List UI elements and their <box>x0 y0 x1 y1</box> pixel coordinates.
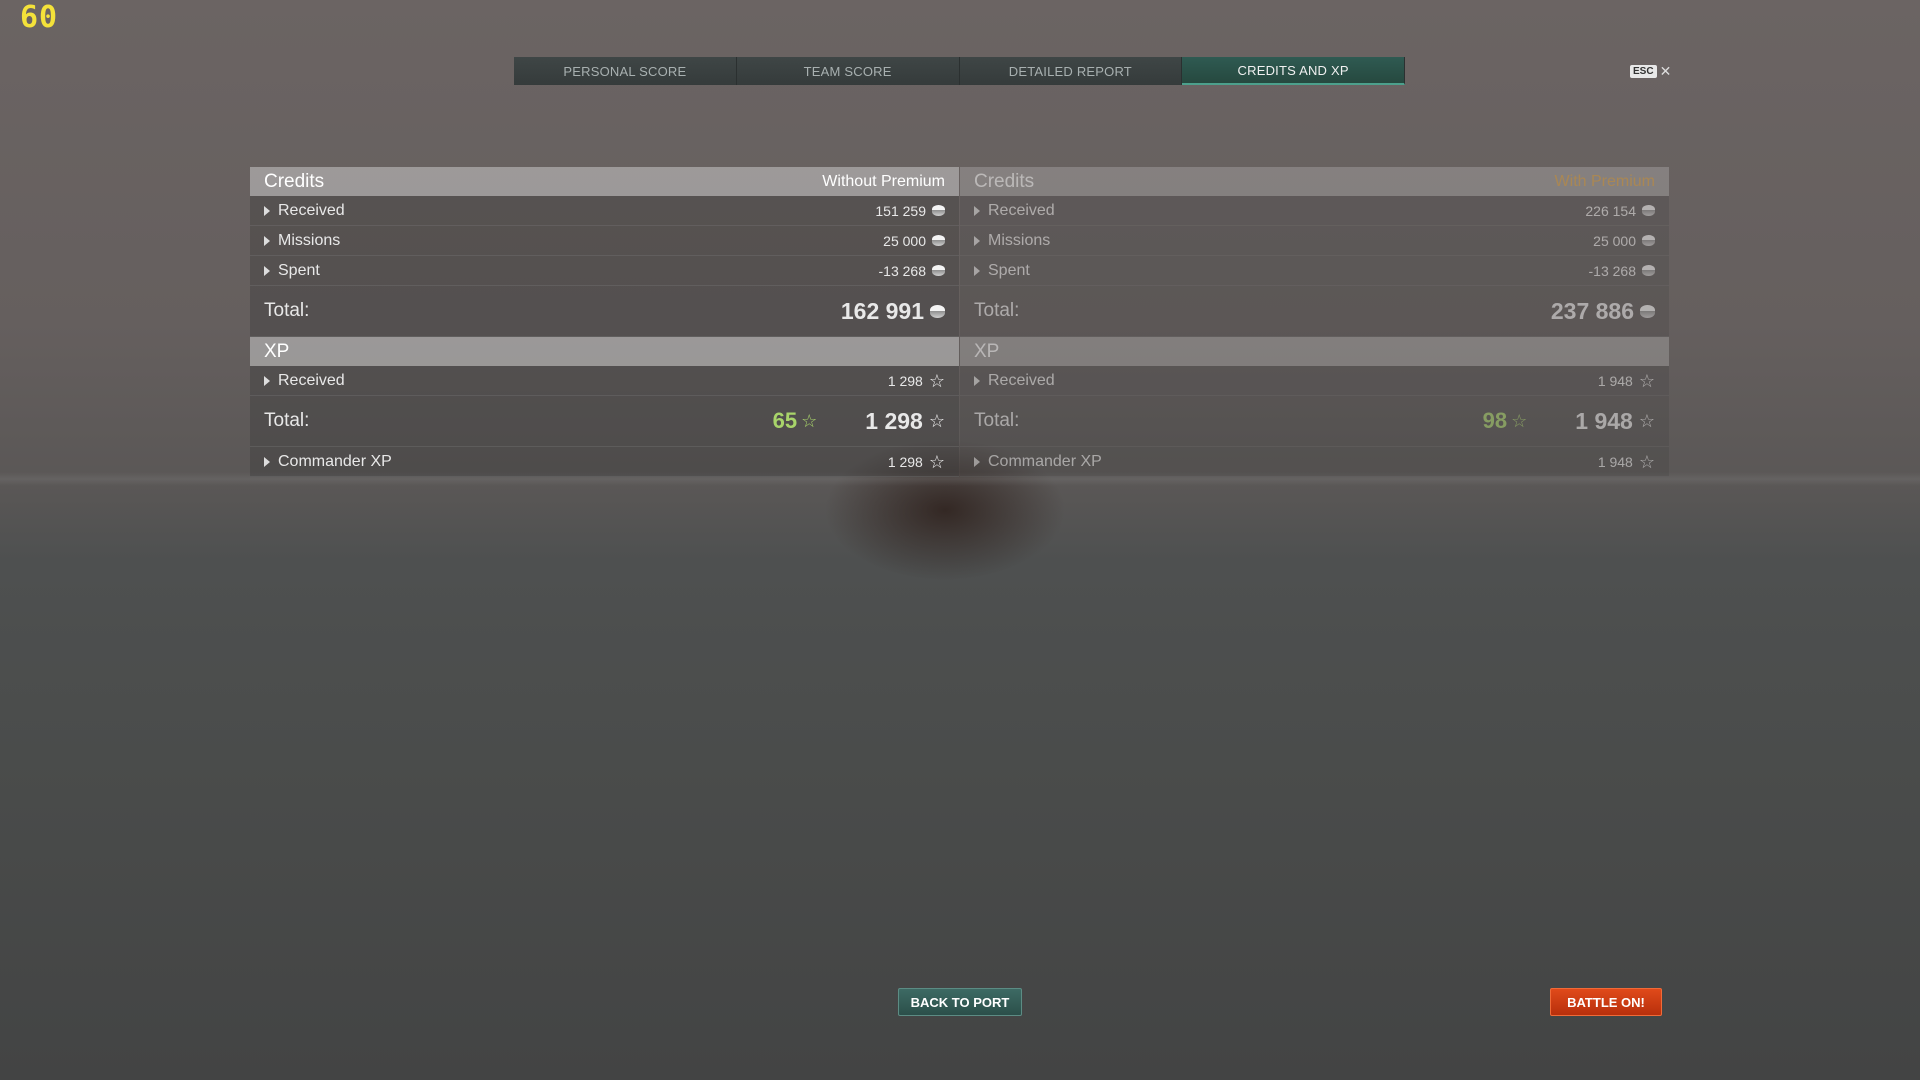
xp-star-icon: ☆ <box>928 411 945 431</box>
xp-header: XP <box>250 337 959 366</box>
xp-star-icon: ☆ <box>928 451 945 472</box>
close-icon: ✕ <box>1659 63 1672 79</box>
row-value: 151 259 <box>875 202 926 219</box>
bonus-star-icon: ☆ <box>801 411 818 431</box>
credits-icon <box>1642 265 1655 276</box>
fps-counter: 60 <box>20 0 59 35</box>
row-label: Missions <box>278 231 341 249</box>
tab-bar: PERSONAL SCORE TEAM SCORE DETAILED REPOR… <box>514 57 1405 85</box>
commander-xp-row[interactable]: Commander XP 1 948 ☆ <box>960 447 1669 477</box>
credits-header: Credits With Premium <box>960 167 1669 196</box>
total-label: Total: <box>974 300 1020 321</box>
credits-icon <box>1642 205 1655 216</box>
expand-arrow-icon <box>264 456 270 467</box>
row-label: Spent <box>278 261 320 279</box>
esc-key-icon: ESC <box>1630 65 1657 78</box>
row-label: Received <box>988 201 1055 219</box>
expand-arrow-icon <box>974 235 980 246</box>
total-value: 1 298 <box>865 407 923 434</box>
xp-star-icon: ☆ <box>1638 370 1655 391</box>
with-premium-tag: With Premium <box>1554 172 1655 190</box>
credits-icon <box>932 205 945 216</box>
back-to-port-button[interactable]: BACK TO PORT <box>898 988 1022 1016</box>
credits-title: Credits <box>264 170 325 192</box>
row-value: 25 000 <box>883 232 926 249</box>
xp-star-icon: ☆ <box>1638 411 1655 431</box>
total-value: 1 948 <box>1575 407 1633 434</box>
credits-missions-row[interactable]: Missions 25 000 <box>960 226 1669 256</box>
row-value: 226 154 <box>1585 202 1636 219</box>
credits-icon <box>932 265 945 276</box>
expand-arrow-icon <box>264 375 270 386</box>
expand-arrow-icon <box>974 205 980 216</box>
without-premium-tag: Without Premium <box>822 172 945 190</box>
credits-icon <box>930 304 945 318</box>
bonus-star-icon: ☆ <box>1511 411 1528 431</box>
total-value: 237 886 <box>1550 297 1634 324</box>
credits-missions-row[interactable]: Missions 25 000 <box>250 226 959 256</box>
tab-personal-score[interactable]: PERSONAL SCORE <box>514 57 737 85</box>
row-label: Missions <box>988 231 1051 249</box>
credits-title: Credits <box>974 170 1035 192</box>
credits-header: Credits Without Premium <box>250 167 959 196</box>
xp-star-icon: ☆ <box>928 370 945 391</box>
total-label: Total: <box>264 410 310 431</box>
row-value: 1 948 <box>1597 453 1633 470</box>
xp-title: XP <box>974 340 1000 362</box>
row-value: 1 298 <box>887 453 923 470</box>
credits-received-row[interactable]: Received 151 259 <box>250 196 959 226</box>
expand-arrow-icon <box>974 456 980 467</box>
tab-credits-and-xp[interactable]: CREDITS AND XP <box>1182 57 1405 85</box>
expand-arrow-icon <box>264 205 270 216</box>
row-label: Commander XP <box>278 452 392 470</box>
row-value: 25 000 <box>1593 232 1636 249</box>
bonus-xp-value: 65 <box>772 408 798 433</box>
xp-total-row: Total: 65 ☆ 1 298 ☆ <box>250 396 959 447</box>
credits-total-row: Total: 237 886 <box>960 286 1669 337</box>
total-value: 162 991 <box>840 297 924 324</box>
credits-spent-row[interactable]: Spent -13 268 <box>250 256 959 286</box>
without-premium-panel: Credits Without Premium Received 151 259… <box>250 167 959 477</box>
row-label: Spent <box>988 261 1030 279</box>
with-premium-panel: Credits With Premium Received 226 154 Mi… <box>960 167 1669 477</box>
bonus-xp-value: 98 <box>1482 408 1508 433</box>
row-label: Commander XP <box>988 452 1102 470</box>
commander-xp-row[interactable]: Commander XP 1 298 ☆ <box>250 447 959 477</box>
xp-total-row: Total: 98 ☆ 1 948 ☆ <box>960 396 1669 447</box>
esc-close-button[interactable]: ESC ✕ <box>1630 63 1671 80</box>
battle-on-button[interactable]: BATTLE ON! <box>1550 988 1662 1016</box>
row-label: Received <box>278 371 345 389</box>
expand-arrow-icon <box>264 265 270 276</box>
row-value: -13 268 <box>1588 262 1636 279</box>
credits-received-row[interactable]: Received 226 154 <box>960 196 1669 226</box>
credits-spent-row[interactable]: Spent -13 268 <box>960 256 1669 286</box>
expand-arrow-icon <box>264 235 270 246</box>
xp-received-row[interactable]: Received 1 298 ☆ <box>250 366 959 396</box>
xp-received-row[interactable]: Received 1 948 ☆ <box>960 366 1669 396</box>
expand-arrow-icon <box>974 265 980 276</box>
total-label: Total: <box>974 410 1020 431</box>
row-label: Received <box>988 371 1055 389</box>
credits-icon <box>1640 304 1655 318</box>
tab-detailed-report[interactable]: DETAILED REPORT <box>959 57 1183 85</box>
row-label: Received <box>278 201 345 219</box>
credits-icon <box>1642 235 1655 246</box>
xp-star-icon: ☆ <box>1638 451 1655 472</box>
row-value: -13 268 <box>878 262 926 279</box>
row-value: 1 298 <box>887 372 923 389</box>
credits-total-row: Total: 162 991 <box>250 286 959 337</box>
expand-arrow-icon <box>974 375 980 386</box>
row-value: 1 948 <box>1597 372 1633 389</box>
xp-header: XP <box>960 337 1669 366</box>
credits-icon <box>932 235 945 246</box>
xp-title: XP <box>264 340 290 362</box>
tab-team-score[interactable]: TEAM SCORE <box>736 57 960 85</box>
total-label: Total: <box>264 300 310 321</box>
